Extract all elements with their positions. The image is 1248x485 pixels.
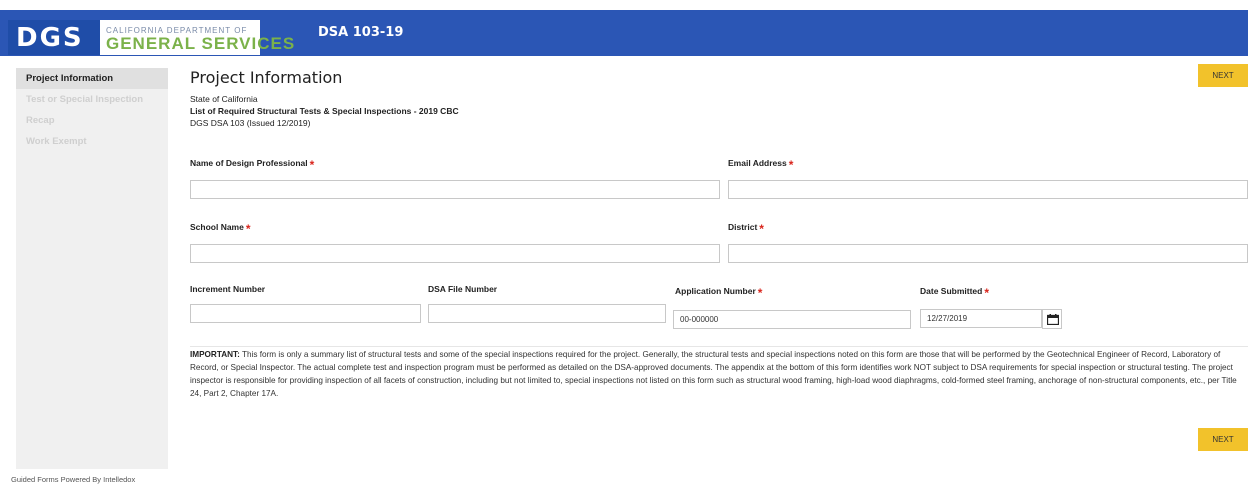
date-submitted-label: Date Submitted * [920, 286, 990, 300]
increment-number-input[interactable] [190, 304, 421, 323]
email-label: Email Address * [728, 158, 794, 172]
calendar-icon[interactable] [1042, 309, 1062, 329]
meta-form-issue: DGS DSA 103 (Issued 12/2019) [190, 118, 311, 128]
required-marker: * [309, 158, 315, 172]
section-divider [190, 346, 1248, 347]
application-number-label: Application Number * [675, 286, 763, 300]
design-professional-input[interactable] [190, 180, 720, 199]
sidebar-item-test-or-special-inspection[interactable]: Test or Special Inspection [16, 89, 168, 110]
required-marker: * [984, 286, 990, 300]
sidebar-item-recap[interactable]: Recap [16, 110, 168, 131]
next-button-top[interactable]: NEXT [1198, 64, 1248, 87]
school-name-label: School Name * [190, 222, 251, 236]
increment-number-label: Increment Number [190, 284, 266, 294]
dsa-file-number-label: DSA File Number [428, 284, 498, 294]
meta-form-name: List of Required Structural Tests & Spec… [190, 106, 459, 116]
powered-by-footer: Guided Forms Powered By Intelledox [11, 475, 136, 484]
required-marker: * [759, 222, 764, 236]
sidebar-item-work-exempt[interactable]: Work Exempt [16, 131, 168, 152]
district-input[interactable] [728, 244, 1248, 263]
design-professional-label: Name of Design Professional * [190, 158, 315, 172]
school-name-input[interactable] [190, 244, 720, 263]
required-marker: * [757, 286, 763, 300]
important-notice: IMPORTANT: This form is only a summary l… [190, 350, 1237, 398]
date-submitted-input[interactable] [920, 309, 1042, 328]
dgs-logo: DGS CALIFORNIA DEPARTMENT OF GENERAL SER… [8, 20, 294, 55]
required-marker: * [245, 222, 251, 236]
district-label: District * [728, 222, 764, 236]
sidebar-item-project-information[interactable]: Project Information [16, 68, 168, 89]
form-title: DSA 103-19 [318, 25, 404, 40]
dsa-file-number-input[interactable] [428, 304, 666, 323]
meta-state: State of California [190, 94, 258, 104]
next-button-bottom[interactable]: NEXT [1198, 428, 1248, 451]
application-number-input[interactable] [673, 310, 911, 329]
sidebar-nav: Project Information Test or Special Insp… [16, 68, 168, 469]
email-input[interactable] [728, 180, 1248, 199]
required-marker: * [788, 158, 794, 172]
page-title: Project Information [190, 68, 343, 87]
logo-title: GENERAL SERVICES [106, 34, 296, 53]
app-header: DGS CALIFORNIA DEPARTMENT OF GENERAL SER… [0, 10, 1248, 56]
dgs-logo-mark: DGS [8, 20, 100, 55]
